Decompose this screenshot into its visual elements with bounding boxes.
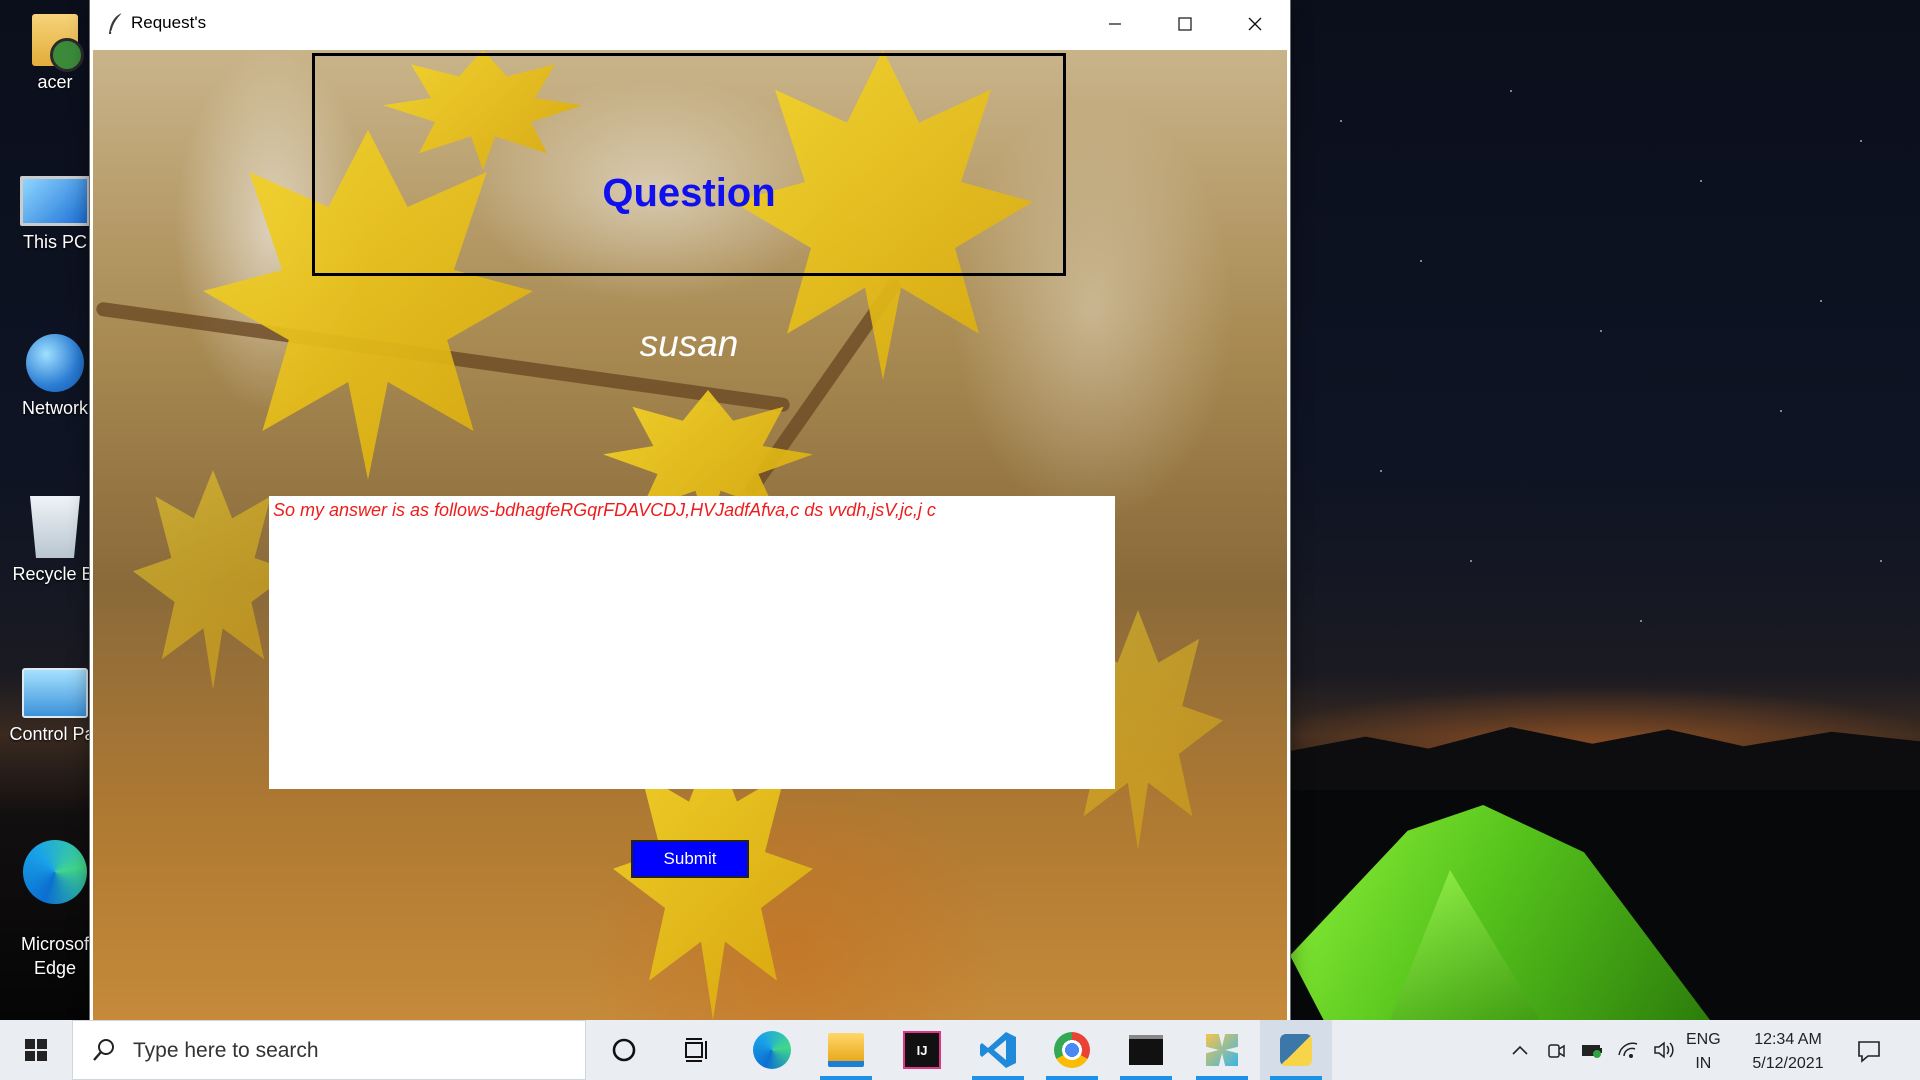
submit-button[interactable]: Submit — [631, 840, 749, 878]
taskbar-edge[interactable] — [736, 1020, 808, 1080]
edge-icon — [23, 840, 87, 904]
volume-icon — [1654, 1041, 1674, 1059]
form-background: Question susan Submit — [93, 50, 1287, 1020]
question-frame — [312, 53, 1066, 276]
desktop-icon-label: Microsof Edge — [20, 934, 89, 978]
minimize-icon — [1109, 23, 1121, 25]
tray-volume[interactable] — [1652, 1038, 1676, 1062]
meet-now-icon — [1548, 1044, 1565, 1058]
running-indicator — [1120, 1076, 1172, 1080]
close-icon — [1248, 17, 1262, 31]
running-indicator — [972, 1076, 1024, 1080]
desktop-icon-label: Control Par — [9, 724, 101, 744]
network-icon — [26, 334, 84, 392]
vscode-icon — [980, 1032, 1016, 1068]
computer-icon — [20, 176, 90, 226]
taskbar-chrome[interactable] — [1036, 1020, 1108, 1080]
feather-icon — [109, 12, 123, 34]
recycle-bin-icon — [30, 496, 80, 558]
start-button[interactable] — [0, 1020, 72, 1080]
title-bar[interactable]: Request's — [90, 0, 1290, 48]
taskbar-file-explorer[interactable] — [810, 1020, 882, 1080]
maximize-icon — [1178, 17, 1192, 31]
user-folder-icon — [32, 14, 84, 72]
tray-meet-now[interactable] — [1544, 1038, 1568, 1062]
region-code: IN — [1695, 1055, 1712, 1072]
desktop-icon-label: Recycle Bi — [12, 564, 98, 584]
answer-textarea[interactable] — [269, 496, 1115, 789]
search-placeholder: Type here to search — [133, 1039, 319, 1062]
clock-time: 12:34 AM — [1754, 1031, 1822, 1048]
notification-icon — [1858, 1041, 1880, 1063]
taskbar-python[interactable] — [1260, 1020, 1332, 1080]
windows-logo-icon — [25, 1039, 47, 1061]
chevron-up-icon — [1512, 1045, 1528, 1055]
notification-center-button[interactable] — [1852, 1034, 1886, 1068]
task-view-icon — [685, 1038, 707, 1062]
battery-icon — [1582, 1045, 1602, 1058]
search-icon — [93, 1039, 114, 1061]
terminal-icon — [1129, 1035, 1163, 1065]
input-language[interactable]: ENG IN — [1686, 1028, 1721, 1076]
clock[interactable]: 12:34 AM 5/12/2021 — [1738, 1028, 1838, 1076]
desktop-icon-label: acer — [37, 72, 73, 92]
app-window: Request's Question susan Submit — [90, 0, 1290, 1020]
language-code: ENG — [1686, 1031, 1721, 1048]
taskbar-search[interactable]: Type here to search — [72, 1020, 586, 1080]
tray-wifi[interactable] — [1616, 1038, 1640, 1062]
snipping-tool-icon — [1206, 1034, 1238, 1066]
running-indicator — [1196, 1076, 1248, 1080]
close-button[interactable] — [1220, 0, 1290, 48]
running-indicator — [1046, 1076, 1098, 1080]
python-icon — [1280, 1034, 1312, 1066]
running-indicator — [1270, 1076, 1322, 1080]
cortana-icon — [612, 1038, 636, 1062]
clock-date: 5/12/2021 — [1752, 1055, 1824, 1072]
minimize-button[interactable] — [1080, 0, 1150, 48]
window-title: Request's — [131, 13, 207, 32]
taskbar-snipping-tool[interactable] — [1186, 1020, 1258, 1080]
intellij-icon: IJ — [903, 1031, 941, 1069]
username-label: susan — [639, 323, 739, 364]
desktop-icon-label: This PC — [22, 232, 87, 252]
taskbar-vscode[interactable] — [962, 1020, 1034, 1080]
maximize-button[interactable] — [1150, 0, 1220, 48]
taskbar-intellij[interactable]: IJ — [886, 1020, 958, 1080]
wifi-icon — [1618, 1042, 1638, 1058]
edge-icon — [753, 1031, 791, 1069]
show-hidden-icons[interactable] — [1508, 1038, 1532, 1062]
desktop-icon-label: Network — [21, 398, 88, 418]
taskbar-task-view[interactable] — [660, 1020, 732, 1080]
chrome-icon — [1054, 1032, 1090, 1068]
tray-battery[interactable] — [1580, 1038, 1604, 1062]
file-explorer-icon — [828, 1033, 864, 1067]
control-panel-icon — [22, 668, 88, 718]
taskbar-terminal[interactable] — [1110, 1020, 1182, 1080]
taskbar-cortana[interactable] — [588, 1020, 660, 1080]
question-heading: Question — [602, 171, 776, 215]
taskbar: Type here to search IJ ENG IN 12:34 AM 5… — [0, 1020, 1920, 1080]
running-indicator — [820, 1076, 872, 1080]
